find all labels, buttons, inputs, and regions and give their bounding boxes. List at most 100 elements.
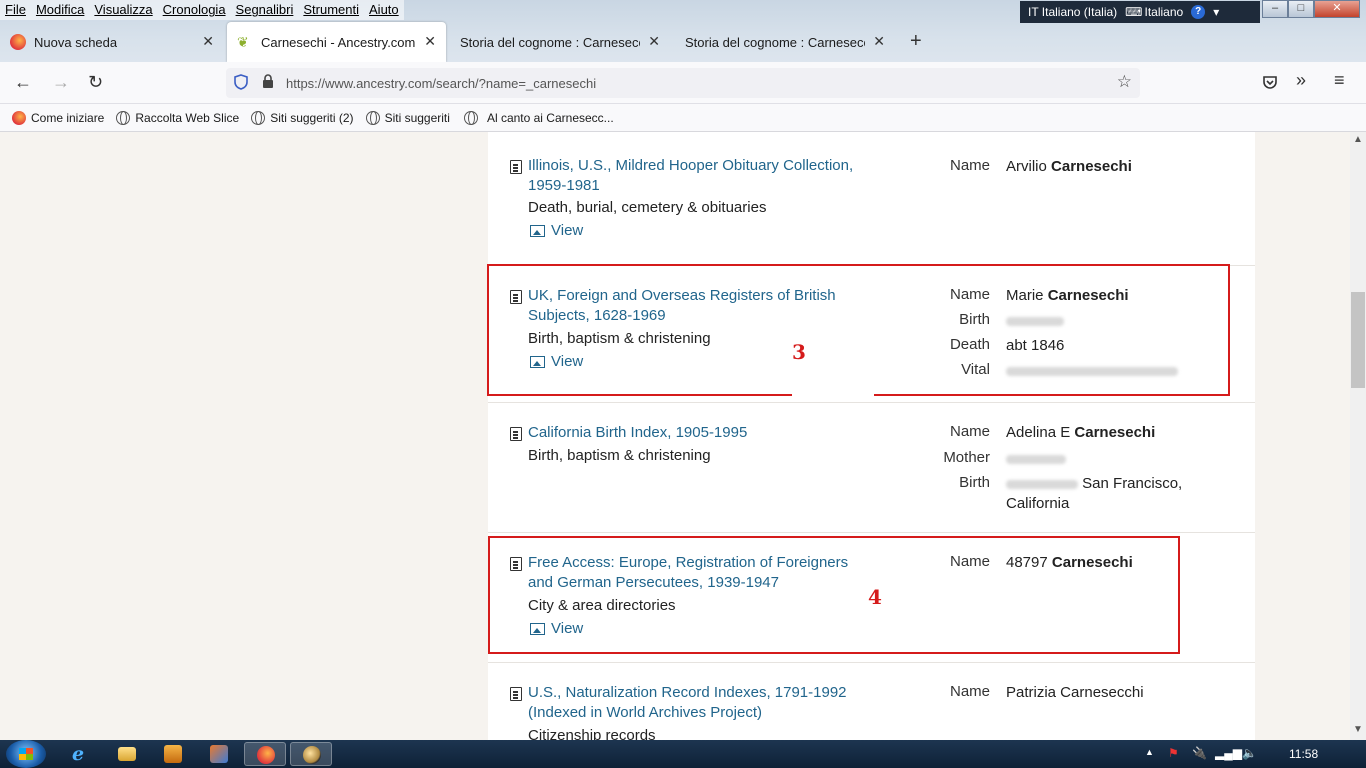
- bookmark-label: Come iniziare: [31, 110, 105, 125]
- taskbar-explorer[interactable]: [106, 742, 148, 766]
- start-button[interactable]: [6, 740, 46, 768]
- field-label: Name: [949, 423, 990, 440]
- scroll-down-arrow-icon[interactable]: ▼: [1353, 724, 1363, 735]
- record-title-link[interactable]: Illinois, U.S., Mildred Hooper Obituary …: [528, 156, 858, 195]
- tab-label: Storia del cognome : Carnesecchi pa: [460, 34, 640, 50]
- annotation-number-3: 3: [792, 340, 806, 364]
- menu-cronologia[interactable]: Cronologia: [158, 0, 231, 20]
- hamburger-menu-icon[interactable]: ≡: [1334, 70, 1345, 91]
- menu-bar: File Modifica Visualizza Cronologia Segn…: [0, 0, 404, 20]
- record-title-link[interactable]: U.S., Naturalization Record Indexes, 179…: [528, 683, 858, 722]
- bookmark-label: Raccolta Web Slice: [135, 110, 240, 125]
- reload-icon[interactable]: ↻: [88, 72, 103, 93]
- back-arrow-icon[interactable]: ←: [14, 72, 32, 93]
- minimize-button[interactable]: –: [1262, 0, 1288, 18]
- url-text[interactable]: https://www.ancestry.com/search/?name=_c…: [286, 76, 596, 91]
- tab-strip: Nuova scheda ✕ ❦ Carnesechi - Ancestry.c…: [0, 22, 1366, 62]
- result-record: U.S., Naturalization Record Indexes, 179…: [488, 663, 1255, 740]
- document-icon: [510, 687, 522, 701]
- page-viewport: Illinois, U.S., Mildred Hooper Obituary …: [0, 132, 1350, 740]
- menu-aiuto[interactable]: Aiuto: [364, 0, 404, 20]
- bookmarks-toolbar: Come iniziare Raccolta Web Slice Siti su…: [0, 104, 1366, 132]
- action-center-flag-icon[interactable]: ⚑: [1168, 746, 1179, 760]
- record-title-link[interactable]: California Birth Index, 1905-1995: [528, 423, 858, 443]
- page-scrollbar[interactable]: ▲ ▼: [1350, 132, 1366, 740]
- application-icon: [210, 745, 228, 763]
- field-value: San Francisco, California: [1006, 474, 1196, 513]
- first-name: Arvilio: [1006, 158, 1047, 175]
- bookmark-come-iniziare[interactable]: Come iniziare: [12, 110, 105, 125]
- show-hidden-icons-arrow[interactable]: ▲: [1145, 747, 1154, 757]
- first-name: Adelina E: [1006, 424, 1071, 441]
- field-label: Mother: [943, 449, 990, 466]
- field-value: Patrizia Carnesecchi: [1006, 684, 1144, 701]
- scroll-thumb[interactable]: [1351, 292, 1365, 388]
- menu-visualizza[interactable]: Visualizza: [89, 0, 157, 20]
- surname: Carnesechi: [1051, 158, 1132, 175]
- menu-file[interactable]: File: [0, 0, 31, 20]
- taskbar-media-player[interactable]: [152, 742, 194, 766]
- url-bar[interactable]: https://www.ancestry.com/search/?name=_c…: [226, 68, 1140, 98]
- taskbar-app-2[interactable]: [290, 742, 332, 766]
- language-bar-options-icon[interactable]: ▾: [1213, 5, 1219, 19]
- document-icon: [510, 427, 522, 441]
- tab-storia-cognome-2[interactable]: Storia del cognome : Carnesecchi pa ✕: [675, 22, 895, 62]
- taskbar-app[interactable]: [198, 742, 240, 766]
- pocket-icon[interactable]: [1262, 75, 1278, 90]
- bookmark-raccolta-web-slice[interactable]: Raccolta Web Slice: [116, 110, 240, 125]
- lock-icon[interactable]: [262, 74, 274, 89]
- ancestry-leaf-icon: ❦: [237, 34, 249, 50]
- close-tab-icon[interactable]: ✕: [424, 33, 436, 50]
- tab-ancestry[interactable]: ❦ Carnesechi - Ancestry.com ✕: [227, 22, 446, 62]
- taskbar-internet-explorer[interactable]: e: [60, 742, 102, 766]
- globe-icon: [116, 110, 131, 125]
- help-icon[interactable]: ?: [1191, 5, 1206, 19]
- new-tab-plus-icon[interactable]: +: [910, 30, 922, 53]
- close-window-button[interactable]: ✕: [1314, 0, 1360, 18]
- bookmark-al-canto[interactable]: Al canto ai Carnesecc...: [463, 110, 614, 125]
- result-record: California Birth Index, 1905-1995 Birth,…: [488, 403, 1255, 533]
- tab-nuova-scheda[interactable]: Nuova scheda ✕: [0, 22, 224, 62]
- overflow-chevron-icon[interactable]: »: [1296, 70, 1306, 91]
- firefox-icon: [12, 110, 26, 125]
- scroll-up-arrow-icon[interactable]: ▲: [1353, 134, 1363, 145]
- navigation-toolbar: ← → ↻ https://www.ancestry.com/search/?n…: [0, 62, 1366, 104]
- close-tab-icon[interactable]: ✕: [648, 33, 660, 50]
- view-image-link[interactable]: View: [530, 222, 583, 239]
- tab-storia-cognome-1[interactable]: Storia del cognome : Carnesecchi pa ✕: [450, 22, 670, 62]
- input-language[interactable]: IT Italiano (Italia): [1028, 5, 1117, 19]
- document-icon: [510, 160, 522, 174]
- close-tab-icon[interactable]: ✕: [202, 33, 214, 50]
- taskbar-firefox[interactable]: [244, 742, 286, 766]
- firefox-icon: [10, 34, 26, 50]
- tab-label: Storia del cognome : Carnesecchi pa: [685, 34, 865, 50]
- record-category: Birth, baptism & christening: [528, 447, 711, 464]
- language-bar[interactable]: IT Italiano (Italia) ⌨ Italiano ? ▾: [1020, 1, 1260, 23]
- folder-icon: [118, 747, 136, 761]
- tracking-shield-icon[interactable]: [234, 74, 248, 90]
- field-label: Name: [949, 157, 990, 174]
- power-plug-icon[interactable]: 🔌: [1192, 746, 1207, 760]
- maximize-button[interactable]: □: [1288, 0, 1314, 18]
- bookmark-siti-suggeriti-2[interactable]: Siti suggeriti (2): [251, 110, 354, 125]
- annotation-number-4: 4: [868, 585, 882, 609]
- keyboard-layout[interactable]: Italiano: [1144, 5, 1183, 19]
- tab-label: Carnesechi - Ancestry.com: [261, 34, 416, 50]
- forward-arrow-icon[interactable]: →: [52, 72, 70, 93]
- surname: Carnesechi: [1074, 424, 1156, 441]
- menu-segnalibri[interactable]: Segnalibri: [231, 0, 299, 20]
- windows-taskbar: e ▲ ⚑ 🔌 ▂▄▆ 🔈 11:58: [0, 740, 1366, 768]
- close-tab-icon[interactable]: ✕: [873, 33, 885, 50]
- system-clock[interactable]: 11:58: [1289, 747, 1318, 761]
- menu-strumenti[interactable]: Strumenti: [298, 0, 364, 20]
- network-signal-icon[interactable]: ▂▄▆: [1215, 746, 1242, 760]
- annotation-box-3: [487, 264, 1230, 396]
- annotation-gap: [792, 393, 874, 398]
- volume-speaker-icon[interactable]: 🔈: [1242, 746, 1257, 760]
- menu-modifica[interactable]: Modifica: [31, 0, 89, 20]
- bookmark-siti-suggeriti[interactable]: Siti suggeriti: [365, 110, 450, 125]
- bookmark-label: Siti suggeriti: [384, 110, 450, 125]
- bookmark-star-icon[interactable]: ☆: [1117, 72, 1132, 92]
- result-record: Illinois, U.S., Mildred Hooper Obituary …: [488, 132, 1255, 266]
- field-label: Name: [949, 683, 990, 700]
